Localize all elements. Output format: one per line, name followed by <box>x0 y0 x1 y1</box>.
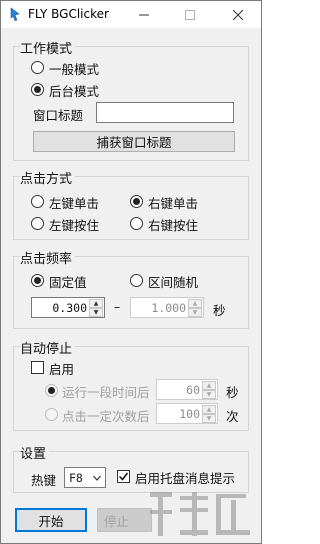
auto-stop-enable-label: 启用 <box>49 362 75 377</box>
radio-left-click-label: 左键单击 <box>49 196 100 211</box>
spin-down-icon[interactable]: ▼ <box>202 414 216 423</box>
stop-count-spinner[interactable]: 100 ▲ ▼ <box>156 403 218 424</box>
max-interval-value: 1.000 <box>151 301 186 315</box>
radio-background-mode[interactable] <box>31 83 44 96</box>
min-interval-value: 0.300 <box>52 301 87 315</box>
hotkey-select[interactable]: F8 <box>64 467 106 488</box>
radio-fixed-value[interactable] <box>31 274 44 287</box>
spin-down-icon[interactable]: ▼ <box>89 308 103 317</box>
radio-normal-mode[interactable] <box>31 61 44 74</box>
radio-left-hold-label: 左键按住 <box>49 218 100 233</box>
minimize-button[interactable] <box>121 1 167 28</box>
stop-count-unit: 次 <box>226 409 239 424</box>
close-icon <box>233 9 243 20</box>
radio-left-click[interactable] <box>31 195 44 208</box>
hotkey-label: 热键 <box>31 473 57 488</box>
radio-background-mode-label: 后台模式 <box>49 84 100 99</box>
radio-stop-after-count-label: 点击一定次数后 <box>62 409 150 424</box>
close-button[interactable] <box>215 1 261 28</box>
work-mode-label: 工作模式 <box>20 38 76 57</box>
radio-right-hold[interactable] <box>130 217 143 230</box>
range-separator: – <box>114 299 121 314</box>
radio-stop-after-time[interactable] <box>45 384 58 397</box>
title-bar: FLY BGClicker <box>1 1 261 28</box>
radio-random-range-label: 区间随机 <box>148 275 199 290</box>
radio-left-hold[interactable] <box>31 217 44 230</box>
click-frequency-label: 点击频率 <box>20 248 76 267</box>
min-interval-arrows[interactable]: ▲ ▼ <box>89 299 103 317</box>
stop-time-spinner[interactable]: 60 ▲ ▼ <box>156 379 218 400</box>
click-method-label: 点击方式 <box>20 168 76 187</box>
tray-notification-checkbox[interactable] <box>117 470 130 483</box>
minimize-icon <box>139 14 149 15</box>
radio-fixed-value-label: 固定值 <box>49 275 87 290</box>
interval-unit: 秒 <box>213 303 226 318</box>
checkmark-icon <box>118 472 129 481</box>
stop-time-unit: 秒 <box>226 385 239 400</box>
maximize-icon <box>185 9 195 20</box>
spin-up-icon[interactable]: ▲ <box>188 299 202 308</box>
start-button[interactable]: 开始 <box>15 508 87 532</box>
auto-stop-label: 自动停止 <box>20 338 76 357</box>
radio-normal-mode-label: 一般模式 <box>49 62 100 77</box>
radio-right-hold-label: 右键按住 <box>148 218 199 233</box>
max-interval-arrows[interactable]: ▲ ▼ <box>188 299 202 317</box>
spin-up-icon[interactable]: ▲ <box>202 381 216 390</box>
spin-up-icon[interactable]: ▲ <box>202 405 216 414</box>
app-window: FLY BGClicker 工作模式 一般模式 后台模式 窗口标题 捕获窗口标题… <box>0 0 262 544</box>
watermark-logo <box>150 492 250 536</box>
tray-notification-label: 启用托盘消息提示 <box>135 471 236 486</box>
max-interval-spinner[interactable]: 1.000 ▲ ▼ <box>130 297 204 318</box>
auto-stop-enable-checkbox[interactable] <box>31 361 44 374</box>
window-title-input[interactable] <box>96 102 234 123</box>
spin-down-icon[interactable]: ▼ <box>202 390 216 399</box>
min-interval-spinner[interactable]: 0.300 ▲ ▼ <box>31 297 105 318</box>
stop-button[interactable]: 停止 <box>97 508 152 532</box>
stop-time-value: 60 <box>186 383 200 397</box>
stop-count-value: 100 <box>179 407 200 421</box>
hotkey-value: F8 <box>69 471 83 485</box>
radio-stop-after-time-label: 运行一段时间后 <box>62 385 150 400</box>
chevron-down-icon <box>93 475 101 481</box>
stop-count-arrows[interactable]: ▲ ▼ <box>202 405 216 423</box>
capture-window-title-button[interactable]: 捕获窗口标题 <box>33 131 235 152</box>
radio-random-range[interactable] <box>130 274 143 287</box>
radio-right-click-label: 右键单击 <box>148 196 199 211</box>
spin-down-icon[interactable]: ▼ <box>188 308 202 317</box>
radio-right-click[interactable] <box>130 195 143 208</box>
stop-time-arrows[interactable]: ▲ ▼ <box>202 381 216 399</box>
maximize-button[interactable] <box>167 1 213 28</box>
settings-label: 设置 <box>20 443 50 462</box>
window-title: FLY BGClicker <box>28 7 109 21</box>
app-icon <box>8 7 22 21</box>
spin-up-icon[interactable]: ▲ <box>89 299 103 308</box>
radio-stop-after-count[interactable] <box>45 408 58 421</box>
window-title-label: 窗口标题 <box>33 108 84 123</box>
